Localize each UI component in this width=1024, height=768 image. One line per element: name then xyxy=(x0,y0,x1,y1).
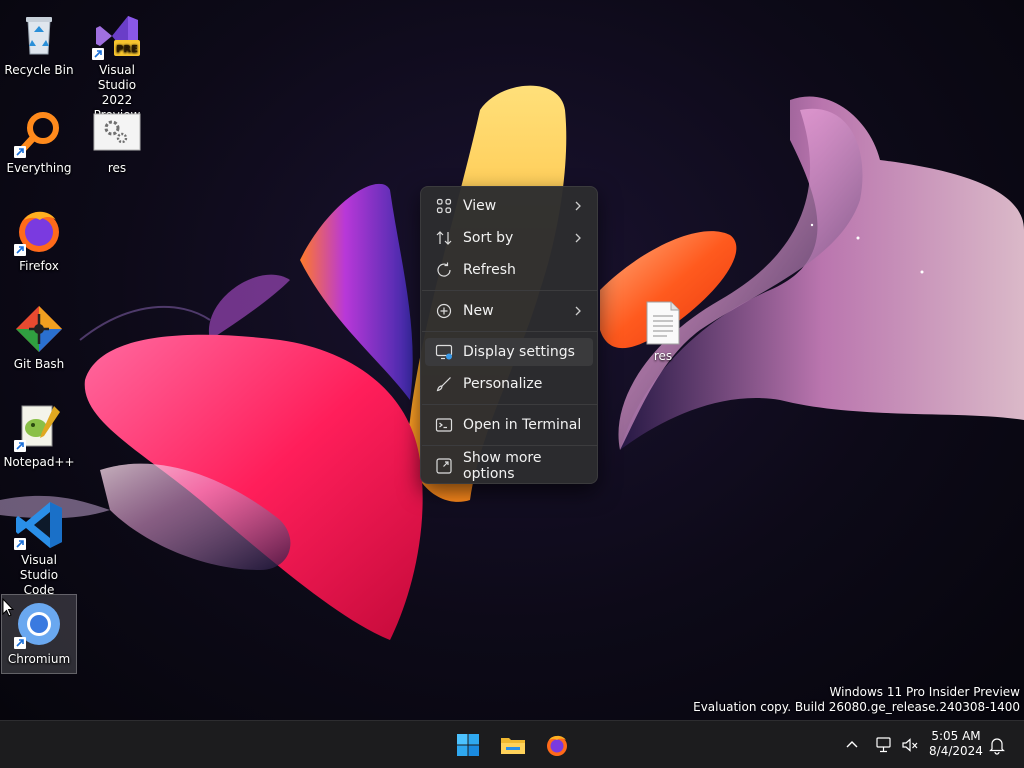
shortcut-arrow-icon xyxy=(14,538,26,550)
visual-studio-icon: PRE xyxy=(92,10,142,60)
desktop-icon-label: Chromium xyxy=(7,652,71,666)
everything-search-icon xyxy=(14,108,64,158)
menu-item-label: Sort by xyxy=(463,230,514,246)
taskbar: 5:05 AM 8/4/2024 xyxy=(0,720,1024,768)
more-options-icon xyxy=(435,457,453,475)
menu-item-personalize[interactable]: Personalize xyxy=(425,370,593,398)
shortcut-arrow-icon xyxy=(14,244,26,256)
desktop-icon-vscode[interactable]: Visual Studio Code xyxy=(1,496,77,597)
menu-item-label: Personalize xyxy=(463,376,543,392)
taskbar-file-explorer-button[interactable] xyxy=(497,729,529,761)
menu-item-label: New xyxy=(463,303,494,319)
menu-item-label: Display settings xyxy=(463,344,575,360)
preview-badge-text: PRE xyxy=(116,44,138,55)
terminal-icon xyxy=(435,416,453,434)
clock-time: 5:05 AM xyxy=(931,729,981,743)
menu-item-open-in-terminal[interactable]: Open in Terminal xyxy=(425,411,593,439)
system-clock[interactable]: 5:05 AM 8/4/2024 xyxy=(926,729,986,759)
watermark-build: Evaluation copy. Build 26080.ge_release.… xyxy=(693,700,1020,714)
clock-date: 8/4/2024 xyxy=(929,744,983,758)
desktop-icon-label: Recycle Bin xyxy=(4,63,74,77)
start-icon xyxy=(457,734,479,756)
notification-bell-icon[interactable] xyxy=(988,735,1006,755)
desktop-icon-label: Visual Studio Code xyxy=(19,553,59,597)
view-grid-icon xyxy=(435,197,453,215)
settings-file-icon xyxy=(92,108,142,158)
shortcut-arrow-icon xyxy=(14,146,26,158)
desktop-icon-label: Notepad++ xyxy=(3,455,75,469)
desktop[interactable]: Recycle Bin PRE Visual Studio 2022 Previ… xyxy=(0,0,1024,720)
firefox-icon xyxy=(547,735,567,756)
windows-watermark: Windows 11 Pro Insider Preview Evaluatio… xyxy=(693,685,1020,715)
firefox-icon xyxy=(14,206,64,256)
menu-item-label: Open in Terminal xyxy=(463,417,582,433)
desktop-icon-label: Git Bash xyxy=(13,357,65,371)
recycle-bin-icon xyxy=(14,10,64,60)
show-hidden-icons-chevron-icon[interactable] xyxy=(842,735,862,755)
desktop-file-res[interactable]: res xyxy=(630,300,696,363)
chevron-right-icon xyxy=(571,231,585,245)
mouse-cursor-icon xyxy=(2,598,14,617)
network-icon[interactable] xyxy=(874,735,894,755)
personalize-brush-icon xyxy=(435,375,453,393)
watermark-edition: Windows 11 Pro Insider Preview xyxy=(829,685,1020,699)
desktop-icon-res-settings[interactable]: res xyxy=(79,104,155,184)
desktop-icon-everything[interactable]: Everything xyxy=(1,104,77,184)
menu-item-label: View xyxy=(463,198,497,214)
start-button[interactable] xyxy=(452,729,484,761)
desktop-icon-notepadplusplus[interactable]: Notepad++ xyxy=(1,398,77,478)
display-settings-icon xyxy=(435,343,453,361)
desktop-icon-firefox[interactable]: Firefox xyxy=(1,202,77,282)
shortcut-arrow-icon xyxy=(14,637,26,649)
menu-separator xyxy=(422,404,598,405)
sort-icon xyxy=(435,229,453,247)
file-explorer-icon xyxy=(501,738,525,754)
desktop-icon-label: Firefox xyxy=(19,259,59,273)
chevron-right-icon xyxy=(571,304,585,318)
volume-muted-icon[interactable] xyxy=(900,735,920,755)
desktop-icon-git-bash[interactable]: Git Bash xyxy=(1,300,77,380)
shortcut-arrow-icon xyxy=(14,440,26,452)
taskbar-firefox-button[interactable] xyxy=(541,729,573,761)
notepadplusplus-icon xyxy=(14,402,64,452)
chevron-right-icon xyxy=(571,199,585,213)
new-plus-icon xyxy=(435,302,453,320)
menu-item-new[interactable]: New xyxy=(425,297,593,325)
desktop-context-menu: View Sort by Refresh New Display setting… xyxy=(420,186,598,484)
menu-separator xyxy=(422,445,598,446)
desktop-icon-visual-studio[interactable]: PRE Visual Studio 2022 Preview xyxy=(79,6,155,122)
menu-item-show-more-options[interactable]: Show more options xyxy=(425,450,593,482)
desktop-icon-label: res xyxy=(107,161,127,175)
menu-separator xyxy=(422,331,598,332)
menu-item-display-settings[interactable]: Display settings xyxy=(425,338,593,366)
menu-item-refresh[interactable]: Refresh xyxy=(425,256,593,284)
menu-item-label: Refresh xyxy=(463,262,516,278)
menu-item-view[interactable]: View xyxy=(425,192,593,220)
menu-separator xyxy=(422,290,598,291)
desktop-file-label: res xyxy=(653,349,673,363)
chromium-icon xyxy=(14,599,64,649)
desktop-icon-label: Everything xyxy=(6,161,72,175)
refresh-icon xyxy=(435,261,453,279)
menu-item-label: Show more options xyxy=(463,450,542,482)
menu-item-sort-by[interactable]: Sort by xyxy=(425,224,593,252)
git-bash-icon xyxy=(14,304,64,354)
text-file-icon xyxy=(645,300,681,349)
vscode-icon xyxy=(14,500,64,550)
desktop-icon-recycle-bin[interactable]: Recycle Bin xyxy=(1,6,77,86)
shortcut-arrow-icon xyxy=(92,48,104,60)
